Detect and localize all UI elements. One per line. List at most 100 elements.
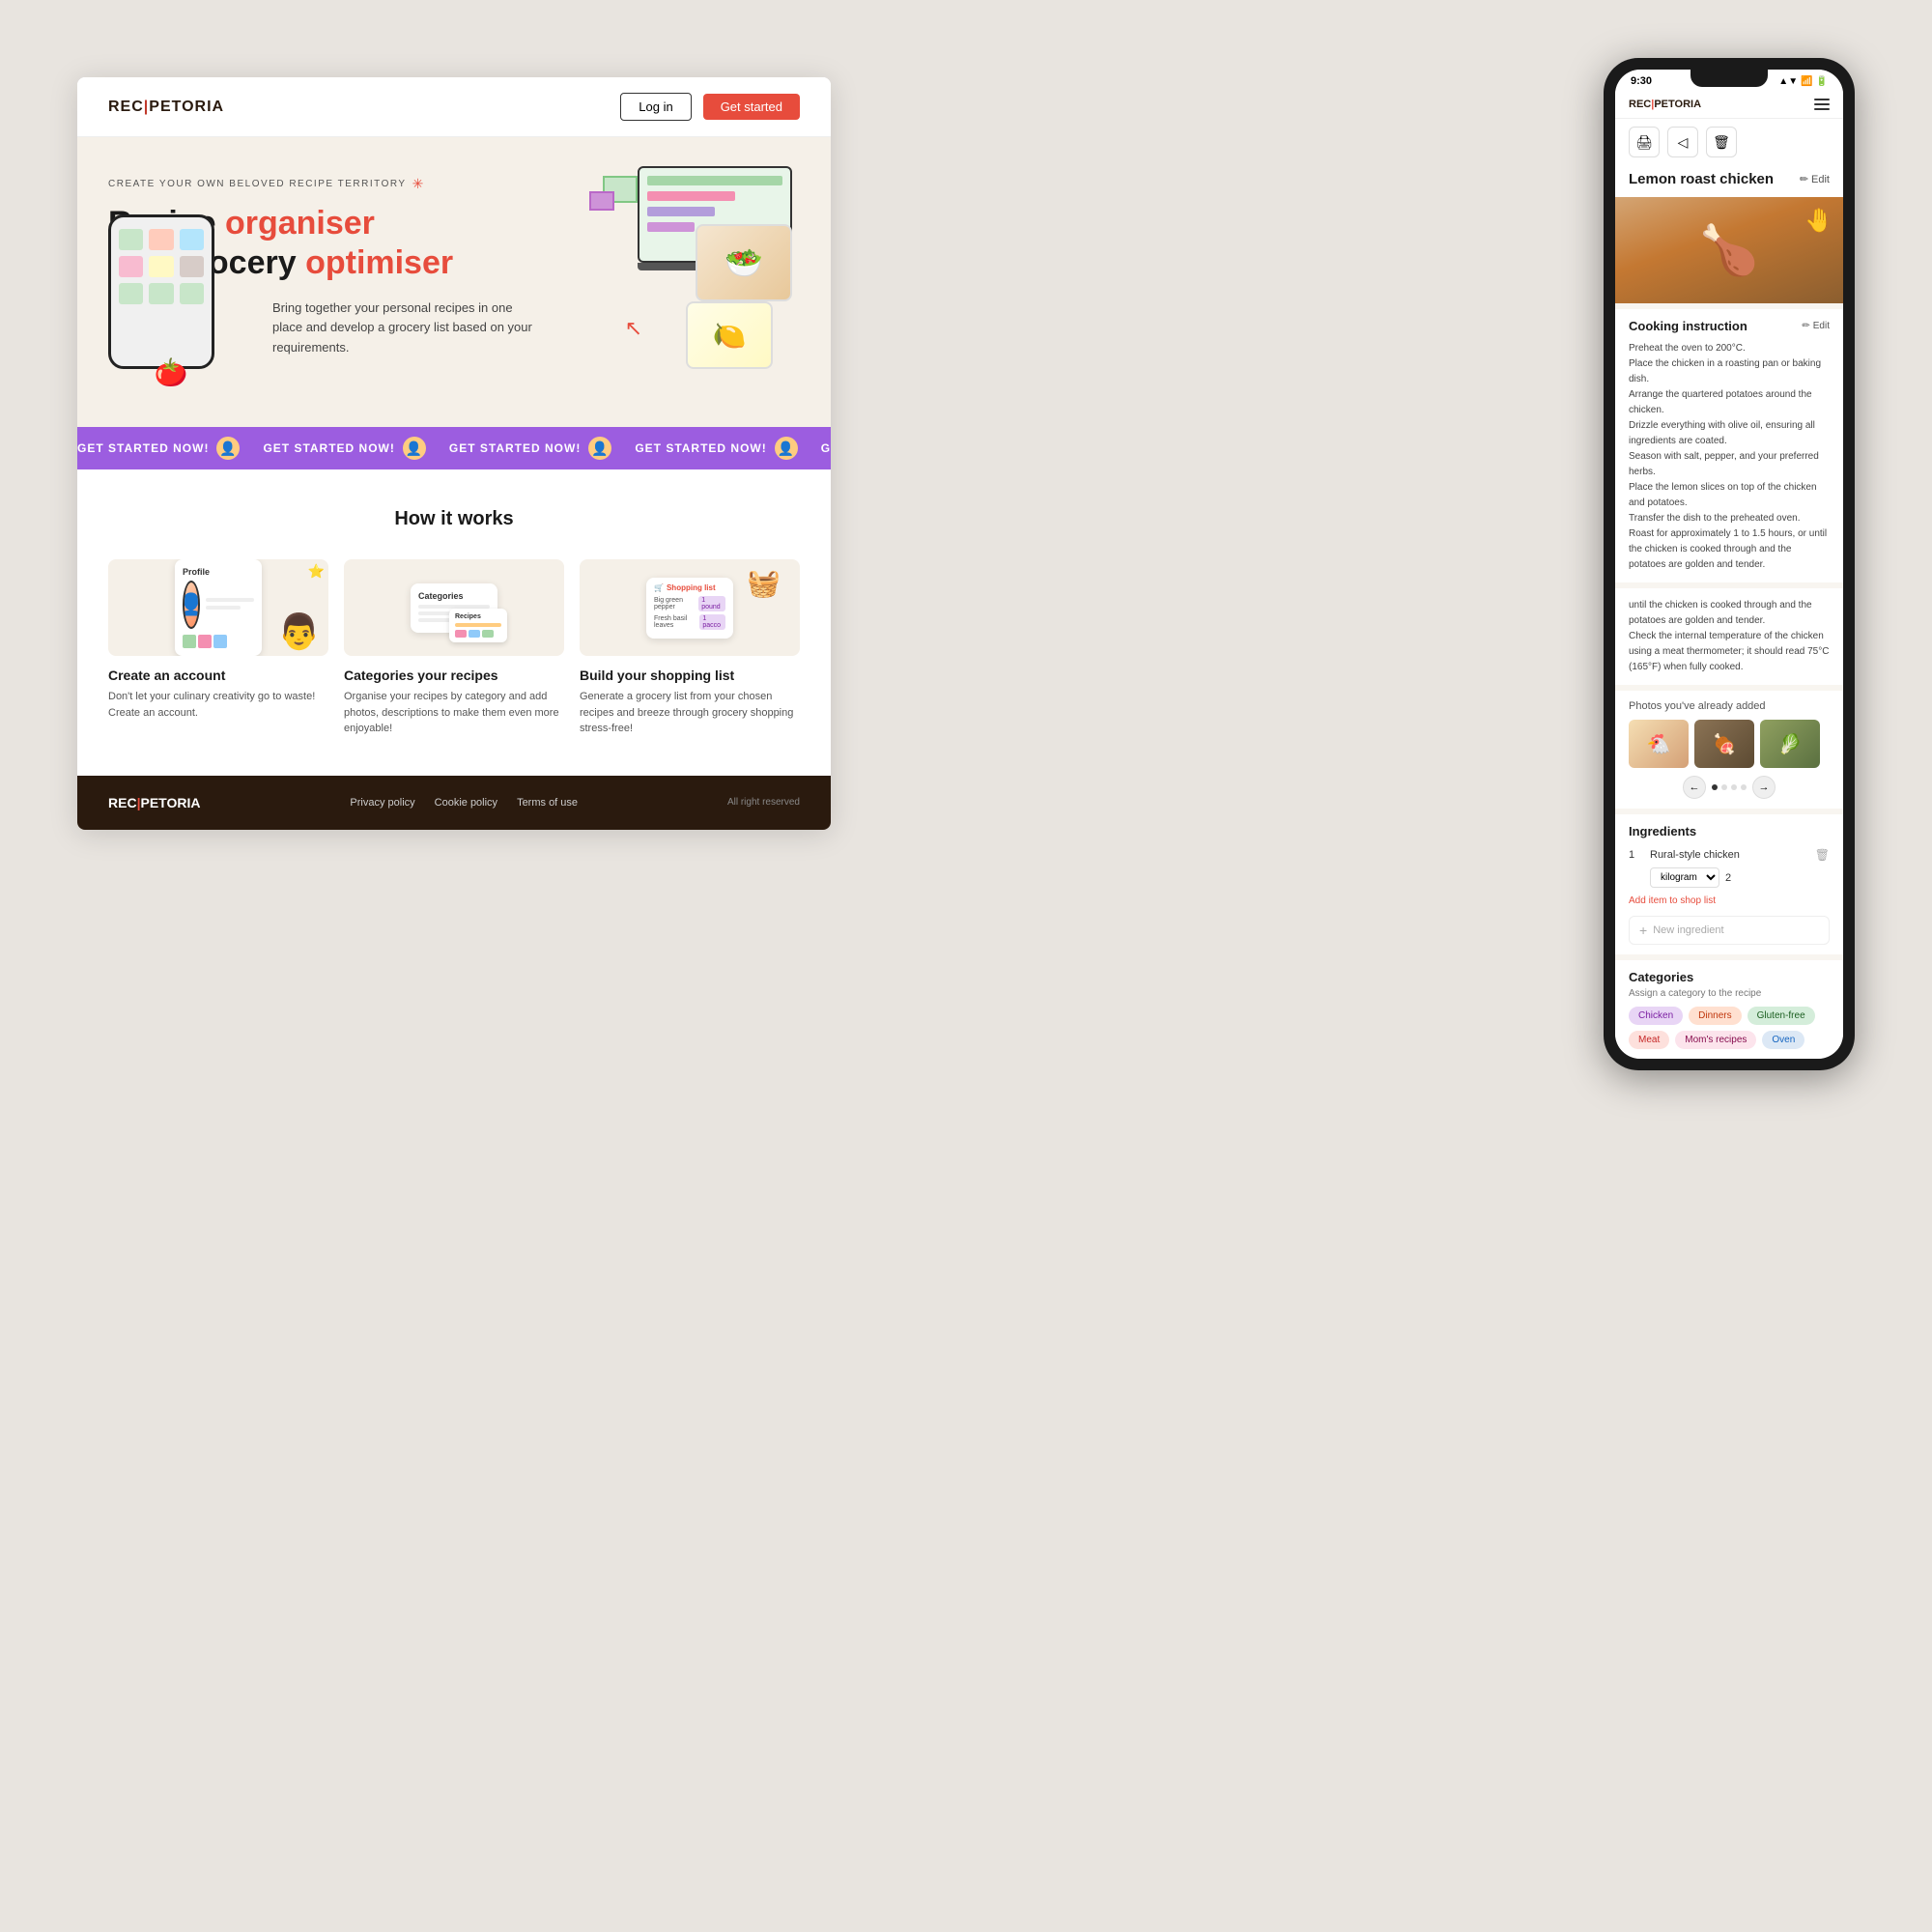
phone-screen: 9:30 ▲▼ 📶 🔋 REC|PETORIA 🖨 ◁ 🗑 — [1615, 70, 1843, 1059]
footer-rights: All right reserved — [727, 797, 800, 808]
ingredient-row: 1 Rural-style chicken 🗑 — [1629, 848, 1830, 862]
photo-1[interactable]: 🐔 — [1629, 720, 1689, 768]
tags-row-2: Meat Mom's recipes Oven — [1629, 1031, 1830, 1049]
photo-prev-button[interactable]: ← — [1683, 776, 1706, 799]
phone-signal: ▲▼ 📶 🔋 — [1778, 76, 1828, 87]
shop-item-row: Fresh basil leaves 1 pacco — [654, 614, 725, 630]
cursor-icon: ↖ — [625, 316, 642, 341]
unit-select[interactable]: kilogram gram pound — [1650, 867, 1719, 888]
how-steps: Profile 👤 — [108, 559, 800, 737]
step-2-desc: Organise your recipes by category and ad… — [344, 689, 564, 737]
new-ingredient-row[interactable]: + New ingredient — [1629, 916, 1830, 945]
recipe-image: 🍗 🤚 — [1615, 197, 1843, 303]
delete-button[interactable]: 🗑 — [1706, 127, 1737, 157]
shop-card-title: 🛒 Shopping list — [654, 583, 725, 592]
recipe-edit-link[interactable]: ✏ Edit — [1800, 173, 1830, 185]
website-header: REC|PETORIA Log in Get started — [77, 77, 831, 137]
ticker-section: GET STARTED NOW! 👤 GET STARTED NOW! 👤 GE… — [77, 427, 831, 469]
step-shopping: 🛒 Shopping list Big green pepper 1 pound… — [580, 559, 800, 737]
step-3-title: Build your shopping list — [580, 668, 800, 683]
ticker-avatar: 👤 — [216, 437, 240, 460]
footer-logo: REC|PETORIA — [108, 795, 200, 810]
how-it-works-section: How it works Profile 👤 — [77, 469, 831, 776]
cooking-instructions-continued: until the chicken is cooked through and … — [1615, 588, 1843, 685]
shopping-basket-icon: 🧺 — [747, 567, 781, 599]
tag-dinners[interactable]: Dinners — [1689, 1007, 1741, 1025]
photo-dot — [1741, 784, 1747, 790]
ticker-avatar: 👤 — [588, 437, 611, 460]
shop-item-row: Big green pepper 1 pound — [654, 596, 725, 611]
hamburger-line — [1814, 108, 1830, 110]
section-header: Cooking instruction ✏ Edit — [1629, 319, 1830, 333]
step-1-desc: Don't let your culinary creativity go to… — [108, 689, 328, 721]
login-button[interactable]: Log in — [620, 93, 691, 121]
app-logo: REC|PETORIA — [1629, 99, 1701, 110]
star-icon: ✳ — [412, 176, 425, 192]
footer-links: Privacy policy Cookie policy Terms of us… — [350, 797, 578, 809]
photo-next-button[interactable]: → — [1752, 776, 1776, 799]
ticker-item: GET STARTED NOW! 👤 — [449, 437, 611, 460]
ingredients-section: Ingredients 1 Rural-style chicken 🗑 kilo… — [1615, 814, 1843, 954]
step-3-desc: Generate a grocery list from your chosen… — [580, 689, 800, 737]
unit-qty: 2 — [1725, 872, 1731, 884]
categories-subtitle: Assign a category to the recipe — [1629, 988, 1830, 999]
ingredient-delete-button[interactable]: 🗑 — [1815, 848, 1830, 862]
step-create-account: Profile 👤 — [108, 559, 328, 737]
ticker-item: GET STARTED NOW! 👤 — [821, 437, 831, 460]
star-badge: ⭐ — [308, 563, 325, 580]
website-section: REC|PETORIA Log in Get started CREATE YO… — [77, 77, 831, 830]
phone-status-bar: 9:30 ▲▼ 📶 🔋 — [1615, 70, 1843, 91]
tag-gluten-free[interactable]: Gluten-free — [1747, 1007, 1815, 1025]
ticker-avatar: 👤 — [775, 437, 798, 460]
ticker-item: GET STARTED NOW! 👤 — [263, 437, 425, 460]
share-button[interactable]: ◁ — [1667, 127, 1698, 157]
cooking-edit[interactable]: ✏ Edit — [1802, 321, 1830, 331]
terms-link[interactable]: Terms of use — [517, 797, 578, 809]
photo-2[interactable]: 🍖 — [1694, 720, 1754, 768]
categories-title: Categories — [1629, 970, 1830, 984]
photos-section: Photos you've already added 🐔 🍖 🥬 ← → — [1615, 691, 1843, 809]
person-icon: 👨 — [277, 611, 321, 652]
website-nav: Log in Get started — [620, 93, 800, 121]
step-3-image: 🛒 Shopping list Big green pepper 1 pound… — [580, 559, 800, 656]
phone-notch — [1690, 70, 1768, 87]
step-2-title: Categories your recipes — [344, 668, 564, 683]
recipes-mini-card: Recipes — [449, 609, 507, 642]
categories-section: Categories Assign a category to the reci… — [1615, 960, 1843, 1059]
ticker-content: GET STARTED NOW! 👤 GET STARTED NOW! 👤 GE… — [77, 437, 831, 460]
add-to-shop-link[interactable]: Add item to shop list — [1629, 895, 1830, 906]
food-images-area: 🥗 🍋 — [618, 214, 811, 408]
tag-meat[interactable]: Meat — [1629, 1031, 1669, 1049]
cooking-text-continued: until the chicken is cooked through and … — [1629, 598, 1830, 675]
cooking-text: Preheat the oven to 200°C. Place the chi… — [1629, 341, 1830, 573]
phone-time: 9:30 — [1631, 75, 1652, 87]
photos-row: 🐔 🍖 🥬 — [1629, 720, 1830, 768]
photos-title: Photos you've already added — [1629, 700, 1830, 712]
phone-illustration: 🍅 — [108, 214, 234, 379]
tag-moms-recipes[interactable]: Mom's recipes — [1675, 1031, 1756, 1049]
tag-chicken[interactable]: Chicken — [1629, 1007, 1683, 1025]
step-categories: Categories Recipes — [344, 559, 564, 737]
cooking-instructions-section: Cooking instruction ✏ Edit Preheat the o… — [1615, 309, 1843, 582]
photo-3[interactable]: 🥬 — [1760, 720, 1820, 768]
photo-nav: ← → — [1629, 776, 1830, 799]
tag-oven[interactable]: Oven — [1762, 1031, 1804, 1049]
privacy-link[interactable]: Privacy policy — [350, 797, 414, 809]
ticker-item: GET STARTED NOW! 👤 — [77, 437, 240, 460]
chicken-in-oven-image: 🍗 — [1699, 222, 1759, 279]
website-logo: REC|PETORIA — [108, 99, 224, 116]
ingredients-title: Ingredients — [1629, 824, 1830, 838]
print-button[interactable]: 🖨 — [1629, 127, 1660, 157]
get-started-button[interactable]: Get started — [703, 94, 800, 120]
hamburger-menu[interactable] — [1814, 99, 1830, 110]
ingredient-name: Rural-style chicken — [1650, 849, 1807, 861]
action-buttons: 🖨 ◁ 🗑 — [1615, 119, 1843, 165]
hamburger-line — [1814, 99, 1830, 100]
recipe-title: Lemon roast chicken — [1629, 171, 1774, 187]
photo-dot — [1712, 784, 1718, 790]
cookie-link[interactable]: Cookie policy — [435, 797, 497, 809]
ticker-avatar: 👤 — [403, 437, 426, 460]
new-ingredient-placeholder: New ingredient — [1653, 924, 1723, 936]
ticker-item: GET STARTED NOW! 👤 — [635, 437, 797, 460]
hamburger-line — [1814, 103, 1830, 105]
